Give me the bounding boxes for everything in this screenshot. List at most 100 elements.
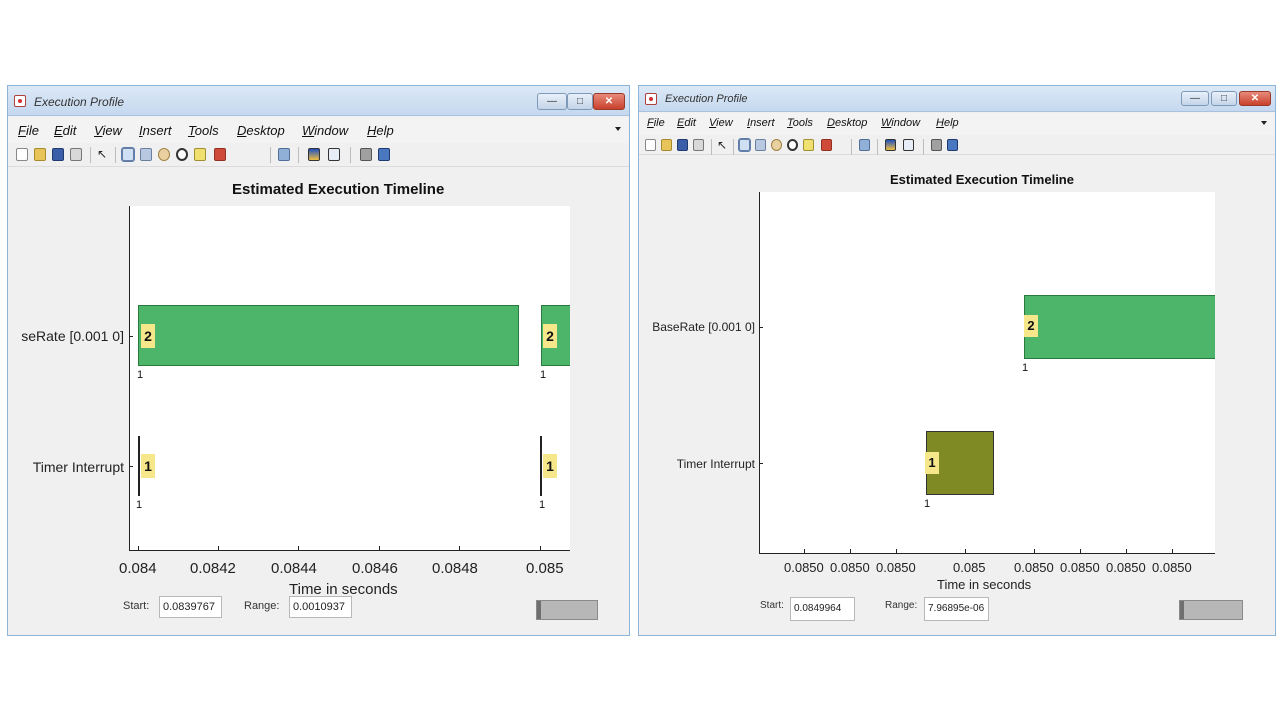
right-title-bar[interactable]: Execution Profile — □ ✕ <box>639 86 1275 112</box>
menu-view[interactable]: View <box>709 117 733 129</box>
range-field[interactable]: 7.96895e-06 <box>924 597 989 621</box>
row-label-timer-interrupt: Timer Interrupt <box>676 457 755 471</box>
right-execution-profile-window: Execution Profile — □ ✕ File Edit View I… <box>638 85 1276 636</box>
left-window-title: Execution Profile <box>34 95 125 109</box>
rotate-icon[interactable] <box>176 148 188 161</box>
rotate-icon[interactable] <box>787 139 798 151</box>
link-icon[interactable] <box>859 139 870 151</box>
maximize-button[interactable]: □ <box>567 93 593 110</box>
menu-edit[interactable]: Edit <box>54 123 76 138</box>
pointer-icon[interactable]: ↖ <box>717 139 728 151</box>
menu-view[interactable]: View <box>94 123 122 138</box>
x-tick <box>218 546 219 550</box>
legend-icon[interactable] <box>328 148 340 161</box>
task-instance-label: 1 <box>1022 362 1029 374</box>
data-cursor-icon[interactable] <box>194 148 206 161</box>
brush-icon[interactable] <box>821 139 832 151</box>
x-tick <box>1034 549 1035 553</box>
zoom-out-icon[interactable] <box>140 148 152 161</box>
hide-plot-icon[interactable] <box>931 139 942 151</box>
open-folder-icon[interactable] <box>661 139 672 151</box>
range-field[interactable]: 0.0010937 <box>289 596 352 618</box>
new-file-icon[interactable] <box>645 139 656 151</box>
x-tick-label: 0.085 <box>953 560 986 575</box>
task-instance-label: 1 <box>136 499 143 511</box>
start-field[interactable]: 0.0839767 <box>159 596 222 618</box>
minimize-button[interactable]: — <box>1181 91 1209 106</box>
toolbar-separator <box>923 139 924 155</box>
zoom-out-icon[interactable] <box>755 139 766 151</box>
menu-help[interactable]: Help <box>936 117 959 129</box>
x-axis-label: Time in seconds <box>937 577 1032 592</box>
timer-interrupt-marker[interactable] <box>540 436 542 496</box>
menu-window[interactable]: Window <box>302 123 348 138</box>
zoom-in-icon[interactable] <box>738 138 751 152</box>
left-toolbar: ↖ <box>8 143 629 167</box>
menu-window[interactable]: Window <box>881 117 920 129</box>
toolbar-separator <box>270 147 271 163</box>
menu-insert[interactable]: Insert <box>747 117 775 129</box>
x-tick-label: 0.0848 <box>432 560 478 577</box>
left-timeline-plot[interactable]: 2 2 1 1 1 1 1 1 <box>129 206 570 551</box>
close-button[interactable]: ✕ <box>593 93 625 110</box>
minimize-button[interactable]: — <box>537 93 567 110</box>
legend-icon[interactable] <box>903 139 914 151</box>
menu-overflow-arrow-icon[interactable] <box>1261 121 1267 125</box>
save-icon[interactable] <box>677 139 688 151</box>
task-instance-label: 1 <box>540 369 547 381</box>
base-rate-task-bar[interactable] <box>138 305 519 366</box>
left-menu-bar: File Edit View Insert Tools Desktop Wind… <box>8 117 629 143</box>
toolbar-separator <box>298 147 299 163</box>
zoom-in-icon[interactable] <box>121 147 135 162</box>
open-folder-icon[interactable] <box>34 148 46 161</box>
chart-title: Estimated Execution Timeline <box>232 181 445 198</box>
colorbar-icon[interactable] <box>885 139 896 151</box>
hide-plot-icon[interactable] <box>360 148 372 161</box>
start-field[interactable]: 0.0849964 <box>790 597 855 621</box>
menu-insert[interactable]: Insert <box>139 123 172 138</box>
menu-desktop[interactable]: Desktop <box>827 117 867 129</box>
pointer-icon[interactable]: ↖ <box>97 148 109 161</box>
pan-icon[interactable] <box>158 148 170 161</box>
colorbar-icon[interactable] <box>308 148 320 161</box>
x-tick <box>379 546 380 550</box>
left-execution-profile-window: Execution Profile — □ ✕ File Edit View I… <box>7 85 630 636</box>
close-button[interactable]: ✕ <box>1239 91 1271 106</box>
menu-overflow-arrow-icon[interactable] <box>615 127 621 131</box>
x-tick-label: 0.0850 <box>876 560 916 575</box>
x-tick-label: 0.0850 <box>1152 560 1192 575</box>
show-plot-icon[interactable] <box>947 139 958 151</box>
x-tick-label: 0.0850 <box>1060 560 1100 575</box>
x-tick-label: 0.085 <box>526 560 564 577</box>
task-id-tag: 1 <box>141 454 155 478</box>
show-plot-icon[interactable] <box>378 148 390 161</box>
y-tick <box>759 463 763 464</box>
right-timeline-plot[interactable]: 2 1 1 1 <box>759 192 1215 554</box>
menu-help[interactable]: Help <box>367 123 394 138</box>
toolbar-separator <box>711 139 712 155</box>
brush-icon[interactable] <box>214 148 226 161</box>
link-icon[interactable] <box>278 148 290 161</box>
menu-tools[interactable]: Tools <box>787 117 813 129</box>
timeline-scrollbar[interactable] <box>536 600 598 620</box>
data-cursor-icon[interactable] <box>803 139 814 151</box>
timer-interrupt-marker[interactable] <box>138 436 140 496</box>
y-axis <box>759 192 760 554</box>
menu-tools[interactable]: Tools <box>188 123 219 138</box>
print-icon[interactable] <box>693 139 704 151</box>
maximize-button[interactable]: □ <box>1211 91 1237 106</box>
menu-file[interactable]: File <box>18 123 39 138</box>
print-icon[interactable] <box>70 148 82 161</box>
x-tick <box>138 546 139 550</box>
left-title-bar[interactable]: Execution Profile — □ ✕ <box>8 86 629 116</box>
menu-desktop[interactable]: Desktop <box>237 123 285 138</box>
menu-edit[interactable]: Edit <box>677 117 696 129</box>
new-file-icon[interactable] <box>16 148 28 161</box>
row-label-base-rate: BaseRate [0.001 0] <box>652 320 755 334</box>
pan-icon[interactable] <box>771 139 782 151</box>
save-icon[interactable] <box>52 148 64 161</box>
base-rate-task-bar[interactable] <box>1024 295 1215 359</box>
task-id-tag: 2 <box>141 324 155 348</box>
menu-file[interactable]: File <box>647 117 665 129</box>
timeline-scrollbar[interactable] <box>1179 600 1243 620</box>
